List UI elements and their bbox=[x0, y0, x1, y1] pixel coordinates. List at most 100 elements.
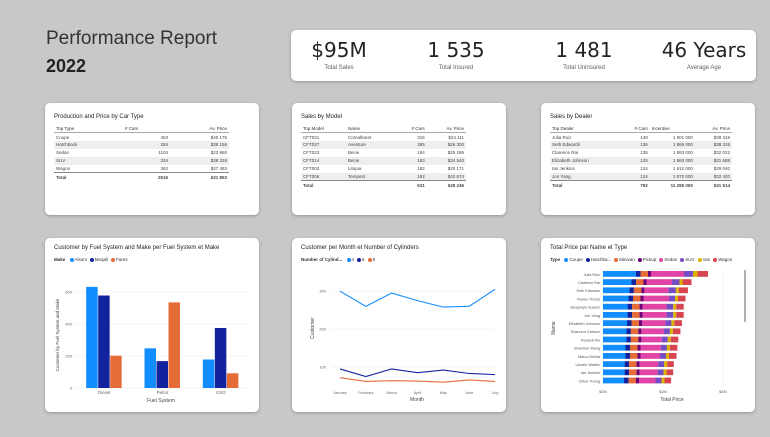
table-row[interactable]: CFT021 Comalbaret 315 $24 111 bbox=[301, 133, 466, 141]
bar-segment bbox=[603, 377, 624, 384]
column-header[interactable]: # Cars bbox=[620, 125, 650, 134]
cell: $38 318 bbox=[170, 156, 229, 165]
bar bbox=[226, 373, 239, 388]
bar-segment bbox=[603, 361, 625, 367]
table-card-dealer[interactable]: Sales by Dealer Top Dealer # Cars Incent… bbox=[541, 103, 755, 215]
bar-segment bbox=[697, 271, 708, 277]
bar-segment bbox=[626, 336, 631, 343]
cell: $28 246 bbox=[426, 180, 466, 189]
cell: 11 295 000 bbox=[649, 180, 695, 189]
bar-segment bbox=[668, 287, 676, 294]
bar-segment bbox=[674, 320, 682, 326]
y-tick-label: Seth Edwards bbox=[576, 289, 600, 293]
cell: $39 318 bbox=[713, 134, 730, 140]
scrollbar[interactable] bbox=[744, 270, 746, 322]
bar-segment bbox=[625, 353, 630, 359]
column-header[interactable]: Incentive bbox=[649, 125, 695, 134]
kpi-value: $95M bbox=[311, 38, 367, 62]
table-row[interactable]: CFT027 Aventure 385 $26 300 bbox=[301, 140, 466, 149]
column-header[interactable]: # Cars bbox=[122, 125, 171, 134]
bar-segment bbox=[631, 320, 639, 326]
table-card-car-type[interactable]: Production and Price by Car Type Top Typ… bbox=[45, 103, 259, 215]
cell: 1 912 000 bbox=[672, 166, 693, 172]
x-tick-label: January bbox=[333, 391, 347, 395]
cell: Becie bbox=[347, 150, 360, 156]
table-row[interactable]: Elizabeth Johnson 125 1 860 000 $31 688 bbox=[550, 156, 732, 165]
y-tick-label: Ian Jenkins bbox=[581, 371, 600, 375]
cell: 125 bbox=[620, 156, 650, 165]
series-line bbox=[339, 377, 496, 383]
cell: Total bbox=[301, 180, 346, 189]
bar-segment bbox=[672, 279, 680, 285]
bar-segment bbox=[641, 287, 645, 294]
bar-segment bbox=[642, 303, 667, 310]
bar-segment bbox=[628, 295, 633, 302]
cell: 2515 bbox=[122, 172, 171, 181]
chart-card-month-cylinders[interactable]: Customer per Month et Number of Cylinder… bbox=[292, 238, 506, 412]
y-tick-label: Elizabeth Johnson bbox=[569, 322, 600, 326]
column-header[interactable]: Top Dealer bbox=[550, 125, 621, 134]
bar-segment bbox=[673, 312, 677, 318]
y-tick-label: 200 bbox=[319, 327, 326, 332]
bar-segment bbox=[629, 369, 637, 376]
table-row[interactable]: Hatchback 284 $38 156 bbox=[54, 140, 229, 149]
cell: 362 bbox=[160, 166, 169, 172]
bar-segment bbox=[636, 279, 644, 285]
bar-segment bbox=[663, 328, 670, 335]
table-row[interactable]: Sedan 1104 $23 860 bbox=[54, 149, 229, 157]
bar-segment bbox=[667, 361, 674, 367]
kpi-card[interactable]: $95M Total Sales 1 535 Total Insured 1 4… bbox=[291, 30, 756, 81]
cell: Comalbaret bbox=[347, 134, 372, 140]
column-header[interactable]: Av. Price bbox=[426, 125, 466, 134]
cell: 334 bbox=[122, 156, 171, 165]
cell: $31 514 bbox=[694, 180, 732, 189]
bar bbox=[202, 359, 215, 388]
bar-segment bbox=[641, 336, 662, 343]
table-row[interactable]: Julia Ruiz 148 1 901 000 $39 318 bbox=[550, 133, 732, 141]
column-header[interactable]: Top Type bbox=[54, 125, 123, 134]
series-line bbox=[339, 288, 496, 308]
cell: CFT003 bbox=[303, 166, 320, 172]
bar-segment bbox=[637, 344, 641, 351]
table-row[interactable]: CFT003 Litopia 182 $20 171 bbox=[301, 165, 466, 173]
bar-segment bbox=[632, 303, 640, 310]
table-row[interactable]: SUV 334 $38 318 bbox=[54, 156, 229, 165]
table-card-model[interactable]: Sales by Model Top Model Name # Cars Av.… bbox=[292, 103, 506, 215]
y-tick-label: 400 bbox=[65, 322, 72, 327]
column-header[interactable]: # Cars bbox=[395, 125, 427, 134]
table-row[interactable]: Coupe 453 $40 175 bbox=[54, 133, 229, 141]
bar-segment bbox=[643, 295, 669, 302]
bar-segment bbox=[637, 353, 641, 359]
bar-segment bbox=[629, 361, 637, 367]
column-header[interactable]: Top Model bbox=[301, 125, 346, 134]
bar-segment bbox=[658, 361, 665, 367]
cell: Clarence Rai bbox=[552, 150, 579, 156]
table-row[interactable]: CFT023 Becie 184 $25 286 bbox=[301, 149, 466, 157]
table-row[interactable]: Clarence Rai 135 1 883 000 $32 023 bbox=[550, 149, 732, 157]
bar-segment bbox=[669, 328, 673, 335]
bar-segment bbox=[684, 271, 693, 277]
table-row[interactable]: Ian Jenkins 124 1 912 000 $29 040 bbox=[550, 165, 732, 173]
chart-card-price-name-type[interactable]: Total Price par Name et Type Type Coupe H… bbox=[541, 238, 755, 412]
table-total-row: Total 631 $28 246 bbox=[301, 180, 466, 189]
bar bbox=[156, 361, 168, 388]
chart-card-fuel-system[interactable]: Customer by Fuel System and Make per Fue… bbox=[45, 238, 259, 412]
column-header[interactable]: Av. Price bbox=[170, 125, 229, 134]
bar-segment bbox=[624, 377, 629, 384]
column-header[interactable]: Name bbox=[345, 125, 396, 134]
table-row[interactable]: CFT006 Tempest 182 $42 674 bbox=[301, 172, 466, 181]
cell: $32 023 bbox=[713, 150, 730, 156]
cell: $20 171 bbox=[447, 166, 464, 172]
table-row[interactable]: Wagon 362 $27 453 bbox=[54, 165, 229, 173]
bar-segment bbox=[666, 344, 670, 351]
kpi-total-sales: $95M Total Sales bbox=[299, 38, 379, 71]
bar-segment bbox=[661, 377, 665, 384]
bar bbox=[110, 355, 122, 388]
column-header[interactable]: Av. Price bbox=[694, 125, 732, 134]
price-name-type-stacked-bar-chart: Name Total Price $0M $2M $4M Julia Ruiz Clar… bbox=[551, 269, 746, 403]
table-row[interactable]: CFT014 Becie 183 $34 540 bbox=[301, 156, 466, 165]
dealer-table: Top Dealer # Cars Incentive Av. Price Ju… bbox=[550, 125, 732, 189]
y-tick-label: 300 bbox=[319, 289, 326, 294]
table-row[interactable]: Seth Edwards 136 1 866 000 $38 315 bbox=[550, 140, 732, 149]
table-row[interactable]: Jon Yang 124 1 872 000 $32 420 bbox=[550, 172, 732, 181]
